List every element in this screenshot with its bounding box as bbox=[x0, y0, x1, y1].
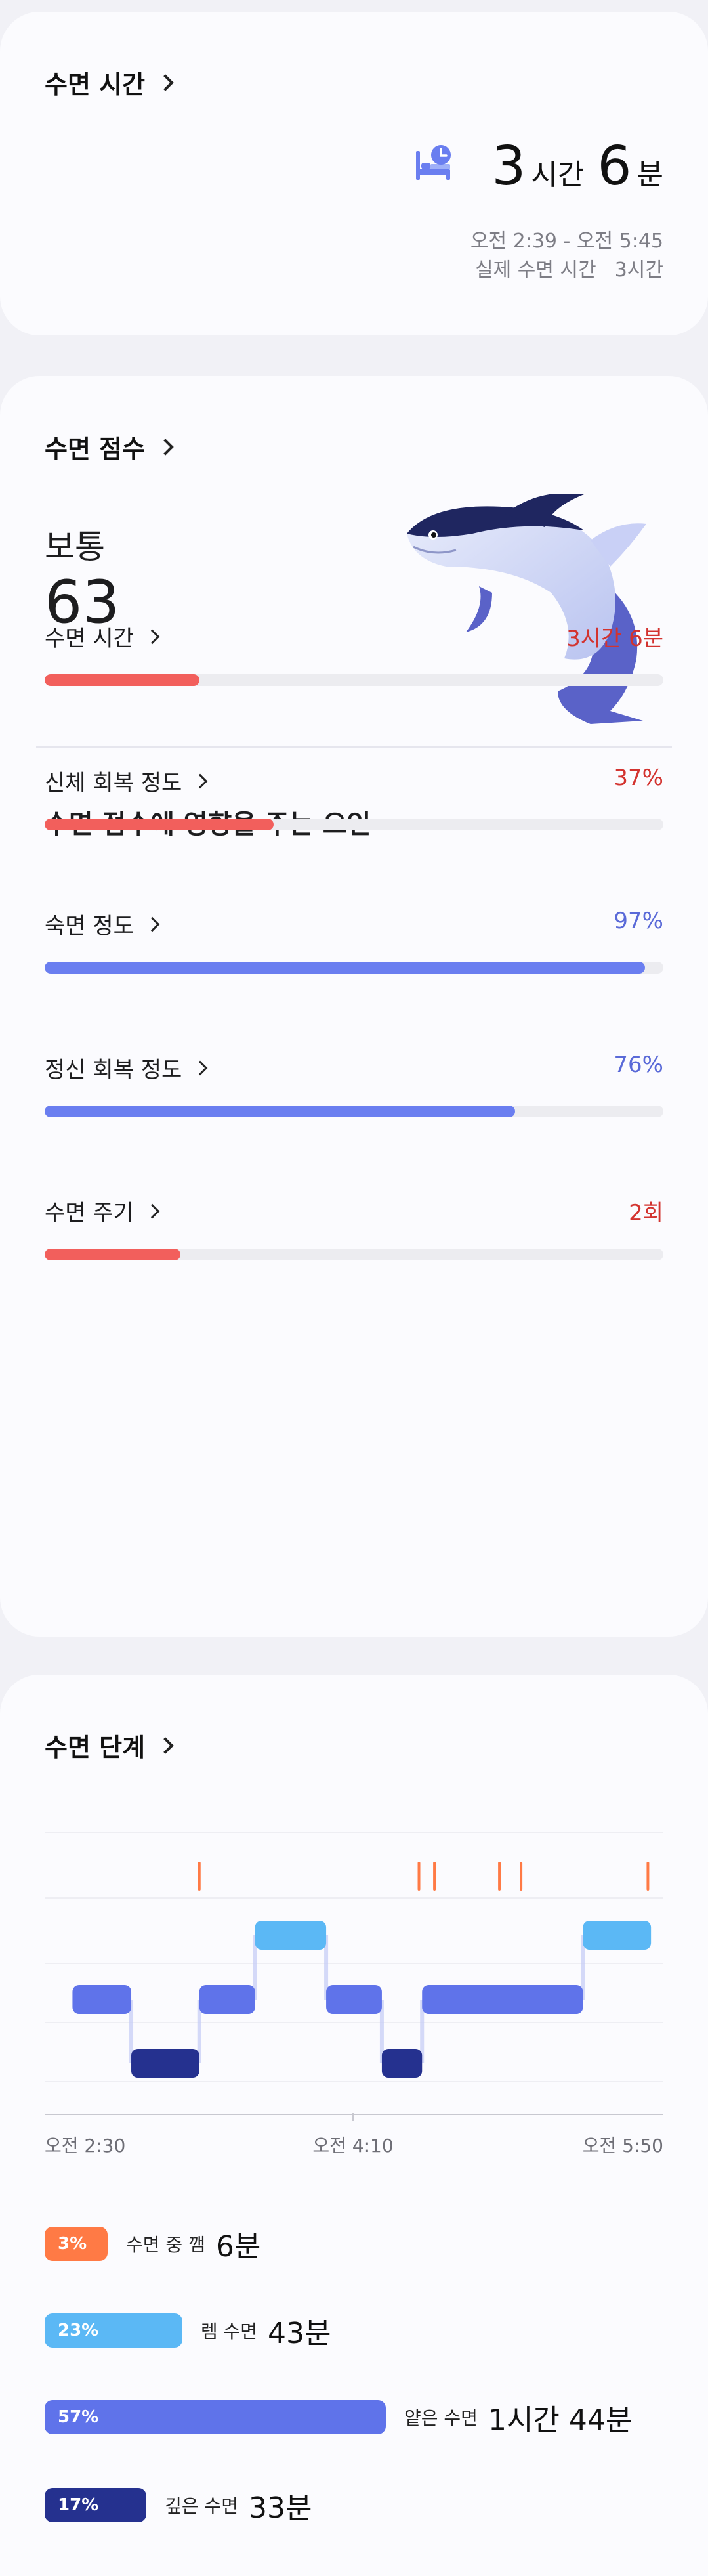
stage-segment-light bbox=[199, 1985, 255, 2014]
awake-mark bbox=[417, 1862, 421, 1891]
sleep-time-card[interactable]: 수면 시간 3 시간 6 분 오전 2:39 - 오전 5:45 실제 수면 시… bbox=[0, 12, 708, 335]
factor-label: 숙면 정도 bbox=[45, 913, 134, 939]
stage-duration: 1시간 44분 bbox=[488, 2403, 633, 2437]
stage-name: 렘 수면 bbox=[200, 2321, 257, 2342]
stage-segment-deep bbox=[131, 2049, 199, 2078]
stage-legend-row: 23% 렘 수면 43분 bbox=[45, 2312, 331, 2350]
duration-hours-unit: 시간 bbox=[531, 158, 585, 192]
actual-sleep-time: 실제 수면 시간 3시간 bbox=[475, 253, 663, 282]
stage-name: 깊은 수면 bbox=[165, 2495, 239, 2517]
bed-clock-icon bbox=[416, 145, 451, 180]
stage-legend-row: 57% 얕은 수면 1시간 44분 bbox=[45, 2399, 633, 2437]
factor-label: 수면 주기 bbox=[45, 1200, 134, 1226]
factor-progress-track bbox=[45, 1106, 663, 1117]
factor-progress-fill bbox=[45, 674, 199, 686]
factor-label-wrap[interactable]: 수면 주기 bbox=[45, 1195, 160, 1227]
factor-label: 신체 회복 정도 bbox=[45, 770, 182, 796]
factor-value: 76% bbox=[614, 1052, 663, 1078]
sleep-stages-header[interactable]: 수면 단계 bbox=[45, 1727, 174, 1763]
score-factor-row[interactable]: 신체 회복 정도 37% bbox=[45, 765, 663, 850]
sleep-stages-card: 수면 단계 3% 수면 중 깸 6분 23% 렘 수면 43분 57% 얕은 수면 1시간 44… bbox=[0, 1675, 708, 2576]
chevron-right-icon bbox=[157, 1736, 174, 1754]
chevron-right-icon bbox=[157, 74, 174, 91]
stage-percent-pill: 23% bbox=[45, 2313, 182, 2348]
score-factor-row[interactable]: 숙면 정도 97% bbox=[45, 908, 663, 993]
factor-label: 수면 시간 bbox=[45, 626, 134, 652]
sleep-time-title: 수면 시간 bbox=[45, 70, 146, 99]
factor-progress-fill bbox=[45, 962, 645, 974]
stage-duration: 43분 bbox=[268, 2317, 331, 2350]
sleep-stage-chart bbox=[45, 1832, 663, 2121]
factor-label-wrap[interactable]: 수면 시간 bbox=[45, 620, 160, 653]
score-label: 보통 bbox=[45, 528, 105, 566]
stage-segment-light bbox=[326, 1985, 382, 2014]
factor-value: 2회 bbox=[629, 1200, 663, 1226]
actual-sleep-value: 3시간 bbox=[614, 259, 663, 282]
factor-value: 3시간 6분 bbox=[566, 626, 663, 652]
stage-duration: 6분 bbox=[215, 2230, 261, 2264]
stage-duration: 33분 bbox=[249, 2491, 312, 2525]
sleep-score-header[interactable]: 수면 점수 bbox=[45, 429, 174, 465]
factor-label-wrap[interactable]: 정신 회복 정도 bbox=[45, 1052, 208, 1084]
chevron-right-icon bbox=[144, 1203, 160, 1218]
x-tick-label: 오전 2:30 bbox=[45, 2135, 126, 2157]
stage-segment-rem bbox=[583, 1921, 652, 1950]
duration-hours: 3 bbox=[491, 135, 526, 198]
factor-progress-fill bbox=[45, 819, 274, 830]
factor-progress-track bbox=[45, 819, 663, 830]
awake-mark bbox=[198, 1862, 201, 1891]
sleep-score-title: 수면 점수 bbox=[45, 435, 146, 463]
x-tick-label: 오전 5:50 bbox=[582, 2135, 663, 2157]
factor-label: 정신 회복 정도 bbox=[45, 1057, 182, 1083]
factor-value: 37% bbox=[614, 765, 663, 791]
score-factor-row[interactable]: 수면 주기 2회 bbox=[45, 1195, 663, 1280]
score-factor-row[interactable]: 수면 시간 3시간 6분 bbox=[45, 620, 663, 706]
factor-progress-track bbox=[45, 674, 663, 686]
sleep-stages-title: 수면 단계 bbox=[45, 1733, 146, 1762]
sleep-time-range: 오전 2:39 - 오전 5:45 bbox=[470, 230, 663, 253]
x-tick-label: 오전 4:10 bbox=[312, 2135, 394, 2157]
stage-percent-pill: 17% bbox=[45, 2488, 147, 2522]
stage-name: 수면 중 깸 bbox=[126, 2234, 205, 2256]
stage-legend-row: 17% 깊은 수면 33분 bbox=[45, 2487, 312, 2525]
stage-percent-pill: 57% bbox=[45, 2400, 386, 2434]
chevron-right-icon bbox=[192, 1060, 208, 1075]
stage-name: 얕은 수면 bbox=[404, 2407, 478, 2429]
factor-label-wrap[interactable]: 신체 회복 정도 bbox=[45, 765, 208, 797]
chevron-right-icon bbox=[192, 773, 208, 788]
stage-segment-light bbox=[422, 1985, 583, 2014]
factor-progress-fill bbox=[45, 1249, 181, 1260]
chevron-right-icon bbox=[157, 438, 174, 456]
duration-minutes-unit: 분 bbox=[636, 158, 663, 192]
chevron-right-icon bbox=[144, 629, 160, 644]
stage-percent-pill: 3% bbox=[45, 2227, 108, 2261]
awake-mark bbox=[646, 1862, 650, 1891]
awake-mark bbox=[433, 1862, 436, 1891]
factor-label-wrap[interactable]: 숙면 정도 bbox=[45, 908, 160, 940]
stage-legend-row: 3% 수면 중 깸 6분 bbox=[45, 2225, 261, 2264]
factor-value: 97% bbox=[614, 908, 663, 934]
factor-progress-fill bbox=[45, 1106, 515, 1117]
factor-progress-track bbox=[45, 962, 663, 974]
score-factor-row[interactable]: 정신 회복 정도 76% bbox=[45, 1052, 663, 1137]
sleep-score-card: 수면 점수 보통 63 수면 점수에 영향을 주는 요인 수면 시간3시간 6분… bbox=[0, 376, 708, 1637]
section-divider bbox=[36, 746, 672, 748]
stage-segment-light bbox=[72, 1985, 132, 2014]
sleep-time-header[interactable]: 수면 시간 bbox=[45, 64, 174, 100]
sleep-duration: 3 시간 6 분 bbox=[491, 135, 663, 198]
chevron-right-icon bbox=[144, 916, 160, 932]
duration-minutes: 6 bbox=[597, 135, 632, 198]
actual-sleep-label: 실제 수면 시간 bbox=[475, 259, 596, 282]
stage-segment-rem bbox=[255, 1921, 327, 1950]
factor-progress-track bbox=[45, 1249, 663, 1260]
awake-mark bbox=[498, 1862, 501, 1891]
stage-segment-deep bbox=[381, 2049, 423, 2078]
awake-mark bbox=[520, 1862, 523, 1891]
